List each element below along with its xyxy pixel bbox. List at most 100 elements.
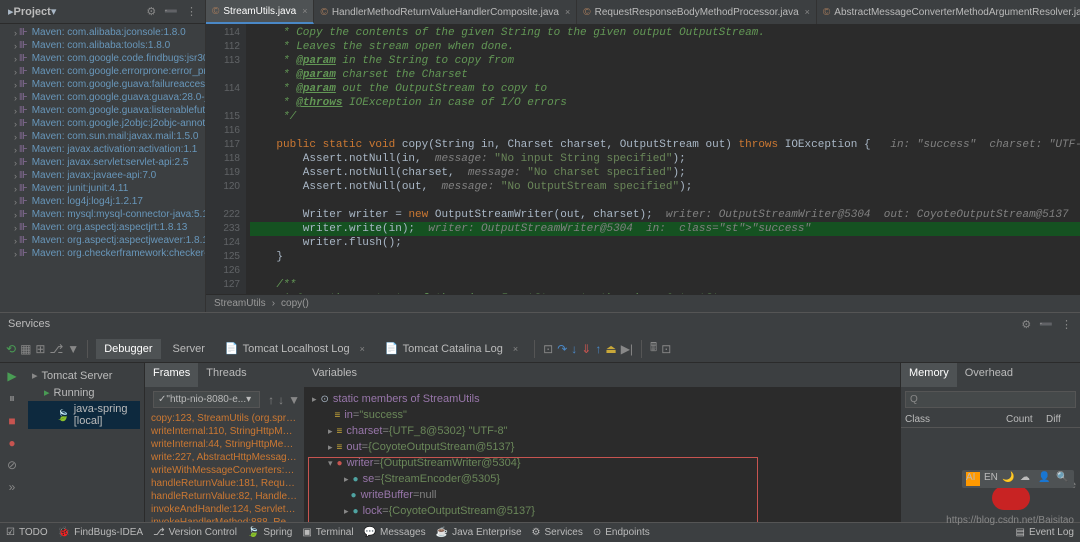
ai-icon[interactable]: AI (966, 472, 980, 486)
status-item[interactable]: ☕ Java Enterprise (436, 527, 522, 538)
tree-item[interactable]: ›⊪Maven: org.aspectj:aspectjweaver:1.8.1… (0, 234, 205, 247)
code-line[interactable]: * @throws IOException in case of I/O err… (250, 96, 1080, 110)
editor-tab[interactable]: ©RequestResponseBodyMethodProcessor.java… (577, 0, 817, 24)
service-item[interactable]: 🍃 java-spring [local] (28, 401, 140, 429)
tree-item[interactable]: ›⊪Maven: javax.activation:activation:1.1 (0, 143, 205, 156)
status-item[interactable]: 🐞 FindBugs-IDEA (58, 527, 143, 538)
gutter-line[interactable] (208, 96, 240, 110)
branch-icon[interactable]: ⎇ (49, 342, 63, 356)
code-line[interactable]: * @param out the OutputStream to copy to (250, 82, 1080, 96)
project-dropdown-icon[interactable]: ▾ (51, 5, 57, 18)
breadcrumb[interactable]: StreamUtils › copy() (206, 294, 1080, 312)
frame-item[interactable]: writeWithMessageConverters:298, Abstr (149, 464, 300, 477)
tab-debugger[interactable]: Debugger (96, 339, 160, 359)
code-line[interactable]: writer.flush(); (250, 236, 1080, 250)
event-log[interactable]: ▤ Event Log (1016, 527, 1075, 538)
thread-selector[interactable]: ✓ "http-nio-8080-e... ▾ (153, 391, 260, 408)
filter-icon[interactable]: ▼ (67, 342, 79, 356)
code-area[interactable]: * Copy the contents of the given String … (246, 24, 1080, 294)
tab-frames[interactable]: Frames (145, 363, 198, 387)
tree-item[interactable]: ›⊪Maven: com.google.errorprone:error_pro… (0, 65, 205, 78)
gutter-line[interactable]: 118 (208, 152, 240, 166)
code-line[interactable]: } (250, 250, 1080, 264)
filter-icon[interactable]: ▼ (288, 393, 300, 407)
col-class[interactable]: Class (905, 414, 1006, 425)
code-line[interactable] (250, 264, 1080, 278)
resume-icon[interactable]: ▶ (7, 369, 16, 383)
step-out-icon[interactable]: ↑ (595, 342, 601, 356)
gear-icon[interactable]: ⚙ (1021, 318, 1031, 331)
tab-localhost-log[interactable]: 📄Tomcat Localhost Log× (217, 338, 373, 359)
show-execution-icon[interactable]: ⊡ (543, 342, 553, 356)
status-item[interactable]: 🍃 Spring (247, 527, 292, 538)
status-item[interactable]: ⎇ Version Control (153, 527, 237, 538)
variable-item[interactable]: ▸≡out = {CoyoteOutputStream@5137} (308, 439, 896, 455)
tree-item[interactable]: ›⊪Maven: com.google.guava:listenablefutu… (0, 104, 205, 117)
gutter-line[interactable]: 124 (208, 236, 240, 250)
code-line[interactable]: Assert.notNull(charset, message: "No cha… (250, 166, 1080, 180)
code-line[interactable]: * Leaves the stream open when done. (250, 40, 1080, 54)
status-item[interactable]: ▣ Terminal (302, 527, 353, 538)
variables-tab[interactable]: Variables (304, 363, 900, 387)
breadcrumb-method[interactable]: copy() (281, 298, 309, 309)
code-line[interactable]: Assert.notNull(in, message: "No input St… (250, 152, 1080, 166)
gutter-line[interactable]: 222 (208, 208, 240, 222)
frame-item[interactable]: copy:123, StreamUtils (org.springframe (149, 412, 300, 425)
code-line[interactable] (250, 124, 1080, 138)
tree-item[interactable]: ›⊪Maven: com.google.guava:failureaccess:… (0, 78, 205, 91)
variable-item[interactable]: ▸≡charset = {UTF_8@5302} "UTF-8" (308, 423, 896, 439)
tab-threads[interactable]: Threads (198, 363, 254, 387)
gutter-line[interactable]: 114 (208, 82, 240, 96)
editor-tab[interactable]: ©AbstractMessageConverterMethodArgumentR… (817, 0, 1080, 24)
more-icon[interactable]: ⋮ (1061, 318, 1072, 331)
memory-search-input[interactable]: Q (905, 391, 1076, 408)
code-line[interactable]: * Copy the contents of the given String … (250, 26, 1080, 40)
rerun-icon[interactable]: ⟲ (6, 342, 16, 356)
editor-tab[interactable]: ©HandlerMethodReturnValueHandlerComposit… (314, 0, 577, 24)
mute-breakpoints-icon[interactable]: ⊘ (7, 458, 17, 472)
tree-item[interactable]: ›⊪Maven: org.checkerframework:checker-qu… (0, 247, 205, 260)
variables-tree[interactable]: ▸⊙static members of StreamUtils ≡in = "s… (304, 387, 900, 542)
config-icon[interactable]: ▦ (20, 342, 31, 356)
close-icon[interactable]: × (302, 6, 307, 16)
status-item[interactable]: ☑ TODO (6, 527, 48, 538)
code-line[interactable]: Assert.notNull(out, message: "No OutputS… (250, 180, 1080, 194)
code-line[interactable]: * @param charset the Charset (250, 68, 1080, 82)
status-item[interactable]: ⚙ Services (532, 527, 583, 538)
col-diff[interactable]: Diff (1046, 414, 1076, 425)
tree-item[interactable]: ›⊪Maven: org.aspectj:aspectjrt:1.8.13 (0, 221, 205, 234)
more-icon[interactable]: » (9, 480, 16, 494)
tree-item[interactable]: ›⊪Maven: junit:junit:4.11 (0, 182, 205, 195)
close-icon[interactable]: × (805, 7, 810, 17)
project-tree[interactable]: ›⊪Maven: com.alibaba:jconsole:1.8.0 ›⊪Mav… (0, 24, 205, 312)
tab-memory[interactable]: Memory (901, 363, 957, 387)
prev-frame-icon[interactable]: ↑ (268, 393, 274, 407)
close-icon[interactable]: × (513, 344, 518, 354)
drop-frame-icon[interactable]: ⏏ (605, 342, 616, 356)
tree-item[interactable]: ›⊪Maven: log4j:log4j:1.2.17 (0, 195, 205, 208)
service-item[interactable]: ▸ Tomcat Server (28, 367, 140, 384)
close-icon[interactable]: × (360, 344, 365, 354)
gear-icon[interactable]: ⚙ (146, 5, 156, 18)
status-item[interactable]: 💬 Messages (364, 527, 426, 538)
code-line[interactable]: Writer writer = new OutputStreamWriter(o… (250, 208, 1080, 222)
search-icon[interactable]: 🔍 (1056, 472, 1070, 486)
service-item[interactable]: ▸ Running (28, 384, 140, 401)
stop-icon[interactable]: ■ (8, 414, 15, 428)
step-into-icon[interactable]: ↓ (571, 342, 577, 356)
tab-overhead[interactable]: Overhead (957, 363, 1021, 387)
user-icon[interactable]: 👤 (1038, 472, 1052, 486)
gutter-line[interactable]: 115 (208, 110, 240, 124)
tree-item[interactable]: ›⊪Maven: com.alibaba:jconsole:1.8.0 (0, 26, 205, 39)
lang-icon[interactable]: EN (984, 472, 998, 486)
gutter-line[interactable] (208, 68, 240, 82)
pause-icon[interactable]: ⏸ (9, 391, 15, 406)
gutter-line[interactable]: 114 (208, 26, 240, 40)
status-item[interactable]: ⊙ Endpoints (593, 527, 650, 538)
col-count[interactable]: Count (1006, 414, 1046, 425)
tree-item[interactable]: ›⊪Maven: javax:javaee-api:7.0 (0, 169, 205, 182)
code-line[interactable]: * @param in the String to copy from (250, 54, 1080, 68)
gutter-line[interactable]: 116 (208, 124, 240, 138)
gutter-line[interactable]: 126 (208, 264, 240, 278)
breadcrumb-class[interactable]: StreamUtils (214, 298, 266, 309)
